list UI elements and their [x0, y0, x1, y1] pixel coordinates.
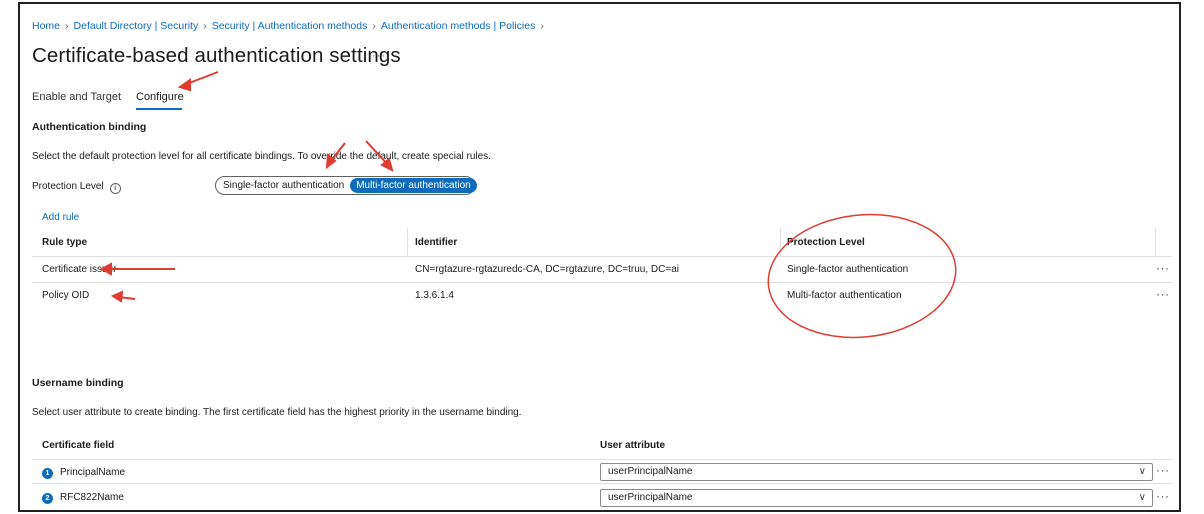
auth-binding-description: Select the default protection level for …: [32, 151, 491, 162]
breadcrumb-home[interactable]: Home: [32, 20, 60, 32]
breadcrumb-security-auth-methods[interactable]: Security | Authentication methods: [212, 20, 368, 32]
annotation-overlay: [99, 71, 957, 339]
column-certificate-field: Certificate field: [42, 440, 115, 451]
table-row-divider: [32, 483, 1172, 484]
column-divider: [407, 228, 408, 256]
chevron-right-icon: ›: [540, 20, 544, 32]
user-attribute-select[interactable]: userPrincipalName ∨: [600, 463, 1153, 481]
chevron-down-icon: ∨: [1138, 492, 1146, 503]
column-divider: [780, 228, 781, 256]
certificate-field-label: PrincipalName: [60, 467, 126, 478]
certificate-field-cell: 1 PrincipalName: [42, 467, 125, 479]
username-binding-description: Select user attribute to create binding.…: [32, 407, 522, 418]
tab-enable-and-target[interactable]: Enable and Target: [32, 91, 121, 103]
annotation-arrow: [177, 71, 219, 92]
chevron-right-icon[interactable]: ›: [1178, 48, 1179, 64]
protection-level-toggle[interactable]: Single-factor authentication Multi-facto…: [215, 176, 477, 195]
page-title: Certificate-based authentication setting…: [32, 44, 401, 67]
table-header-divider: [32, 459, 1172, 460]
column-protection-level: Protection Level: [787, 237, 865, 248]
toggle-multi-factor[interactable]: Multi-factor authentication: [350, 178, 477, 193]
more-options-icon[interactable]: ···: [372, 50, 386, 62]
more-icon[interactable]: ···: [1156, 489, 1170, 503]
annotation-arrow: [110, 290, 136, 303]
column-rule-type: Rule type: [42, 237, 88, 248]
chevron-down-icon: ∨: [1138, 466, 1146, 477]
certificate-field-label: RFC822Name: [60, 492, 124, 503]
breadcrumb-default-directory-security[interactable]: Default Directory | Security: [74, 20, 199, 32]
user-attribute-value: userPrincipalName: [608, 466, 693, 477]
more-icon[interactable]: ···: [1156, 287, 1170, 301]
more-icon[interactable]: ···: [1156, 261, 1170, 275]
column-identifier: Identifier: [415, 237, 458, 248]
tab-selected-indicator: [136, 108, 182, 110]
table-row-divider: [32, 282, 1172, 283]
tab-configure[interactable]: Configure: [136, 91, 184, 103]
more-icon[interactable]: ···: [1156, 463, 1170, 477]
user-attribute-value: userPrincipalName: [608, 492, 693, 503]
breadcrumb-auth-methods-policies[interactable]: Authentication methods | Policies: [381, 20, 535, 32]
annotation-ellipse: [767, 213, 957, 339]
auth-binding-title: Authentication binding: [32, 121, 147, 133]
protection-cell: Multi-factor authentication: [787, 290, 902, 301]
add-rule-link[interactable]: Add rule: [42, 212, 79, 223]
breadcrumb: Home › Default Directory | Security › Se…: [32, 20, 549, 32]
identifier-cell: CN=rgtazure-rgtazuredc-CA, DC=rgtazure, …: [415, 264, 679, 275]
protection-cell: Single-factor authentication: [787, 264, 909, 275]
priority-badge: 1: [42, 468, 53, 479]
protection-level-label: Protection Level i: [32, 181, 121, 194]
chevron-right-icon: ›: [65, 20, 69, 32]
username-binding-title: Username binding: [32, 377, 124, 389]
user-attribute-select[interactable]: userPrincipalName ∨: [600, 489, 1153, 507]
chevron-right-icon: ›: [203, 20, 207, 32]
column-divider: [1155, 228, 1156, 256]
identifier-cell: 1.3.6.1.4: [415, 290, 454, 301]
info-icon[interactable]: i: [109, 183, 121, 194]
table-header-divider: [32, 256, 1172, 257]
rule-type-cell: Policy OID: [42, 290, 90, 301]
certificate-field-cell: 2 RFC822Name: [42, 492, 124, 504]
protection-level-text: Protection Level: [32, 181, 104, 192]
priority-badge: 2: [42, 493, 53, 504]
page-frame: Home › Default Directory | Security › Se…: [18, 2, 1181, 512]
chevron-right-icon: ›: [372, 20, 376, 32]
toggle-single-factor[interactable]: Single-factor authentication: [217, 178, 350, 193]
rule-type-cell: Certificate issuer: [42, 264, 117, 275]
column-user-attribute: User attribute: [600, 440, 666, 451]
